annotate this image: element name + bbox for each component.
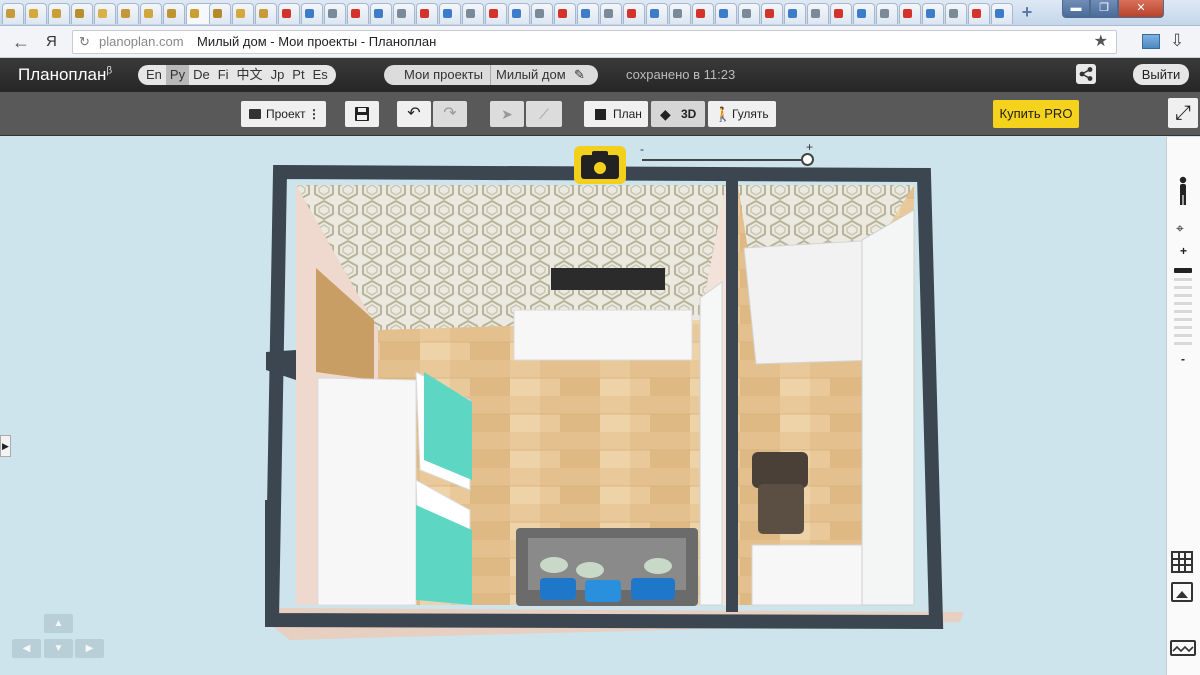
office-chair-seat [758,484,804,534]
camera-lens-icon [590,158,610,178]
zoom-slider-knob[interactable] [801,153,814,166]
floor-texture-icon[interactable] [1170,640,1196,656]
rail-zoom-tick [1174,318,1192,321]
fullscreen-icon[interactable]: ⤢ [1168,98,1198,128]
rail-zoom-tick [1174,302,1192,305]
pillow [585,580,621,602]
download-icon[interactable]: ⇩ [1170,31,1184,51]
tv-stand[interactable] [513,309,693,361]
window[interactable] [699,281,723,606]
pillow [540,578,576,600]
tv[interactable] [551,268,665,290]
rail-zoom-tick [1174,310,1192,313]
pillow [631,578,675,600]
desk[interactable] [751,544,865,606]
rail-zoom-plus[interactable]: + [1180,244,1187,258]
center-view-icon[interactable]: ⌖ [1176,220,1184,237]
shelving[interactable] [743,239,879,365]
expand-panel-arrow-icon[interactable]: ▶ [0,435,11,457]
right-room-window[interactable] [861,209,915,606]
rail-zoom-tick [1174,278,1192,281]
zoom-plus-label[interactable]: + [806,140,813,154]
rail-zoom-tick [1174,342,1192,345]
zoom-minus-label[interactable]: - [640,142,644,156]
rail-zoom-slider[interactable] [1174,266,1192,350]
person-icon[interactable] [1177,176,1189,206]
rail-zoom-knob[interactable] [1174,268,1192,273]
pan-right-arrow-icon[interactable]: ▶ [75,639,104,658]
image-gallery-icon[interactable] [1171,582,1193,602]
rail-zoom-tick [1174,326,1192,329]
camera-button[interactable] [574,146,626,184]
office-chair[interactable] [752,452,808,488]
pillow [576,562,604,578]
rail-zoom-tick [1174,334,1192,337]
grid-icon[interactable] [1171,551,1193,573]
pan-up-arrow-icon[interactable]: ▲ [44,614,73,633]
room-3d-scene[interactable] [0,0,1166,675]
pillow [644,558,672,574]
rail-zoom-minus[interactable]: - [1181,352,1185,366]
rail-zoom-tick [1174,294,1192,297]
wardrobe[interactable] [317,377,417,606]
pillow [540,557,568,573]
partition-wall [726,175,738,612]
pan-left-arrow-icon[interactable]: ◀ [12,639,41,658]
rail-zoom-tick [1174,286,1192,289]
zoom-slider-track[interactable] [642,159,808,161]
pan-down-arrow-icon[interactable]: ▼ [44,639,73,658]
